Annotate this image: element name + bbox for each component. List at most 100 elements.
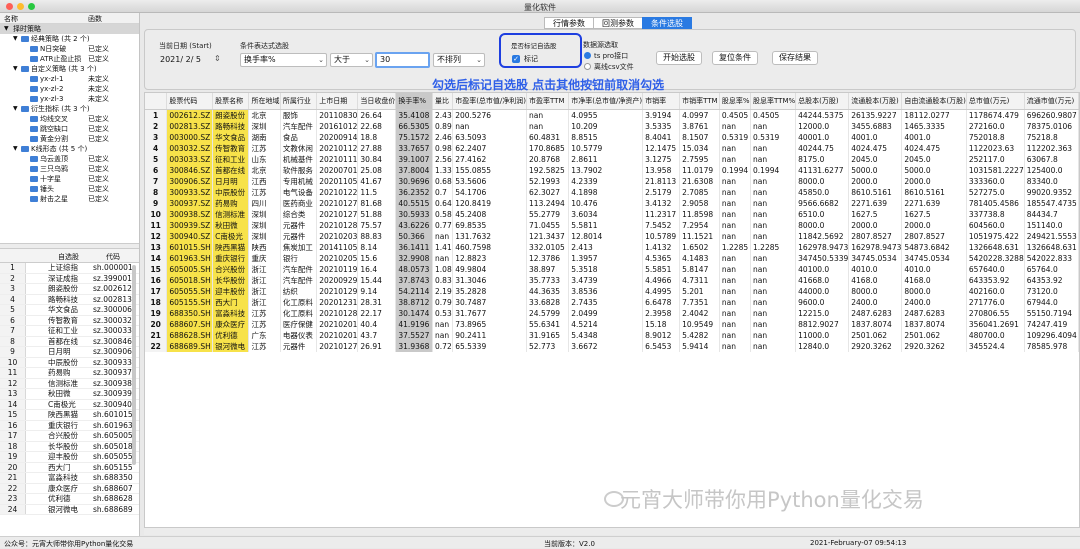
table-row[interactable]: 13 601015.SH 陕西黑猫 陕西 焦炭加工 20141105 8.14 36.1411…: [145, 241, 1079, 253]
tree-item[interactable]: ▼ K线形态 (共 5 个): [0, 144, 139, 154]
watchlist-row[interactable]: 19 迎丰股份 sh.605055: [0, 452, 139, 463]
tree-item[interactable]: ATR止盈止损 已定义: [0, 54, 139, 64]
watchlist-row[interactable]: 9 日月明 sz.300906: [0, 347, 139, 358]
column-header[interactable]: 所在地域: [248, 93, 281, 110]
watchlist-row[interactable]: 4 路畅科技 sz.002813: [0, 294, 139, 305]
operator-select[interactable]: 大于 ⌄: [330, 53, 373, 67]
column-header[interactable]: 市销率: [642, 93, 681, 110]
table-row[interactable]: 3 003000.SZ 华文食品 湖南 食品 20200914 18.8 75.1572 2.4…: [145, 131, 1079, 143]
table-row[interactable]: 10 300938.SZ 信测标准 深圳 综合类 20210127 51.88 30.5933…: [145, 208, 1079, 220]
tree-item[interactable]: 锤头 已定义: [0, 184, 139, 194]
column-header[interactable]: 换手率%: [395, 93, 434, 110]
column-header[interactable]: 自由流通股本(万股): [901, 93, 967, 110]
table-row[interactable]: 16 605018.SH 长华股份 浙江 汽车配件 20200929 15.44 37.874…: [145, 274, 1079, 286]
column-header[interactable]: 股票代码: [166, 93, 214, 110]
watchlist-row[interactable]: 5 华文食品 sz.300006: [0, 305, 139, 316]
tab-market-params[interactable]: 行情参数: [544, 17, 593, 29]
start-screening-button[interactable]: 开始选股: [656, 51, 702, 65]
tab-stock-screening[interactable]: 条件选股: [642, 17, 692, 29]
tree-item[interactable]: ▼ 择时策略: [0, 24, 139, 34]
sort-select[interactable]: 不排列 ⌄: [433, 53, 485, 67]
expand-arrow-icon[interactable]: ▼: [13, 64, 18, 74]
column-header[interactable]: 市销率TTM: [679, 93, 720, 110]
expand-arrow-icon[interactable]: ▼: [13, 34, 18, 44]
table-row[interactable]: 22 688689.SH 银河微电 江苏 元器件 20210127 26.91 31.9368…: [145, 340, 1079, 352]
table-row[interactable]: 8 300933.SZ 中辰股份 江苏 电气设备 20210122 11.5 36.2352 0…: [145, 186, 1079, 198]
watchlist-row[interactable]: 15 陕西黑猫 sh.601015: [0, 410, 139, 421]
watchlist-row[interactable]: 17 合兴股份 sh.605005: [0, 431, 139, 442]
watchlist-row[interactable]: 24 银河微电 sh.688689: [0, 504, 139, 515]
threshold-input[interactable]: 30: [375, 52, 430, 68]
table-row[interactable]: 15 605005.SH 合兴股份 浙江 汽车配件 20210119 16.4 48.0573…: [145, 263, 1079, 275]
column-header[interactable]: 所属行业: [280, 93, 318, 110]
tree-item[interactable]: ▼ 自定义策略 (共 3 个): [0, 64, 139, 74]
table-row[interactable]: 17 605055.SH 迎丰股份 浙江 纺织 20210129 9.14 54.2114 2.…: [145, 285, 1079, 297]
column-header[interactable]: 流通股本(万股): [848, 93, 903, 110]
column-header[interactable]: 总市值(万元): [966, 93, 1025, 110]
table-row[interactable]: 18 605155.SH 西大门 浙江 化工原料 20201231 28.31 38.8712…: [145, 296, 1079, 308]
expand-arrow-icon[interactable]: ▼: [13, 144, 18, 154]
save-results-button[interactable]: 保存结果: [772, 51, 818, 65]
watchlist-row[interactable]: 13 秋田微 sz.300939: [0, 389, 139, 400]
table-row[interactable]: 11 300939.SZ 秋田微 深圳 元器件 20210128 75.57 43.6226 0…: [145, 219, 1079, 231]
watchlist-row[interactable]: 8 首都在线 sz.300846: [0, 336, 139, 347]
tree-item[interactable]: ▼ 衍生指标 (共 3 个): [0, 104, 139, 114]
expand-arrow-icon[interactable]: ▼: [4, 24, 9, 34]
column-header[interactable]: 当日收盘价: [357, 93, 397, 110]
tree-item[interactable]: yx-zl-2 未定义: [0, 84, 139, 94]
watchlist-row[interactable]: 10 中辰股份 sz.300933: [0, 357, 139, 368]
watchlist-row[interactable]: 2 深证成指 sz.399001: [0, 273, 139, 284]
date-stepper-icon[interactable]: ⇕: [214, 54, 221, 63]
column-header[interactable]: 股票名称: [212, 93, 250, 110]
tree-item[interactable]: 乌云盖顶 已定义: [0, 154, 139, 164]
watchlist-row[interactable]: 20 西大门 sh.605155: [0, 462, 139, 473]
column-header[interactable]: 市净率(总市值/净资产): [568, 93, 644, 110]
tree-item[interactable]: 黄金分割 已定义: [0, 134, 139, 144]
watchlist-scrollbar[interactable]: [132, 265, 136, 465]
column-header[interactable]: 市盈率TTM: [526, 93, 570, 110]
tree-item[interactable]: yx-zl-3 未定义: [0, 94, 139, 104]
table-row[interactable]: 9 300937.SZ 药易购 四川 医药商业 20210127 81.68 40.5515 0…: [145, 197, 1079, 209]
watchlist-row[interactable]: 16 重庆银行 sh.601963: [0, 420, 139, 431]
watchlist-row[interactable]: 14 C南极光 sz.300940: [0, 399, 139, 410]
source-radio-csv[interactable]: [584, 63, 591, 70]
column-header[interactable]: 上市日期: [316, 93, 359, 110]
table-row[interactable]: 14 601963.SH 重庆银行 重庆 银行 20210205 15.6 32.9908 na…: [145, 252, 1079, 264]
table-row[interactable]: 12 300940.SZ C南极光 深圳 元器件 20210203 88.83 50.366 n…: [145, 230, 1079, 242]
column-header[interactable]: 市盈率(总市值/净利润): [452, 93, 528, 110]
tree-item[interactable]: 十字星 已定义: [0, 174, 139, 184]
expand-arrow-icon[interactable]: ▼: [13, 104, 18, 114]
tree-item[interactable]: 三只乌鸦 已定义: [0, 164, 139, 174]
column-header[interactable]: [145, 93, 168, 110]
table-row[interactable]: 2 002813.SZ 路畅科技 深圳 汽车配件 20161012 22.68 66.5305…: [145, 120, 1079, 132]
table-hscrollbar[interactable]: [144, 528, 1080, 535]
table-row[interactable]: 21 688628.SH 优利德 广东 电器仪表 20210201 43.7 37.5527 n…: [145, 329, 1079, 341]
column-header[interactable]: 量比: [432, 93, 454, 110]
field-select[interactable]: 换手率% ⌄: [240, 53, 327, 67]
tab-backtest-params[interactable]: 回测参数: [593, 17, 642, 29]
watchlist-row[interactable]: 11 药易购 sz.300937: [0, 368, 139, 379]
table-row[interactable]: 5 003033.SZ 征和工业 山东 机械基件 20210111 30.84 39.1007…: [145, 153, 1079, 165]
watchlist-row[interactable]: 22 康众医疗 sh.688607: [0, 483, 139, 494]
column-header[interactable]: 股息率%: [719, 93, 752, 110]
column-header[interactable]: 股息率TTM%: [750, 93, 797, 110]
tree-item[interactable]: N日突破 已定义: [0, 44, 139, 54]
source-radio-tspro[interactable]: [584, 52, 591, 59]
tree-item[interactable]: 跳空缺口 已定义: [0, 124, 139, 134]
watchlist-row[interactable]: 7 征和工业 sz.300033: [0, 326, 139, 337]
table-row[interactable]: 1 002612.SZ 朗姿股份 北京 服饰 20110830 26.64 35.4108 2.…: [145, 109, 1079, 121]
watchlist-row[interactable]: 21 富淼科技 sh.688350: [0, 473, 139, 484]
watchlist-row[interactable]: 12 信测标准 sz.300938: [0, 378, 139, 389]
watchlist-row[interactable]: 3 朗姿股份 sz.002612: [0, 284, 139, 295]
table-row[interactable]: 6 300846.SZ 首都在线 北京 软件服务 20200701 25.08 37.8004…: [145, 164, 1079, 176]
reset-conditions-button[interactable]: 复位条件: [712, 51, 758, 65]
table-row[interactable]: 20 688607.SH 康众医疗 江苏 医疗保健 20210201 40.4 41.9196…: [145, 318, 1079, 330]
date-field[interactable]: 2021/ 2/ 5: [157, 54, 215, 68]
tree-item[interactable]: 均线交叉 已定义: [0, 114, 139, 124]
table-row[interactable]: 4 003032.SZ 传智教育 江苏 文教休闲 20210112 27.88 33.7657…: [145, 142, 1079, 154]
column-header[interactable]: 总股本(万股): [795, 93, 850, 110]
table-row[interactable]: 19 688350.SH 富淼科技 江苏 化工原料 20210128 22.17 30.147…: [145, 307, 1079, 319]
column-header[interactable]: 流通市值(万元): [1024, 93, 1079, 110]
watchlist-row[interactable]: 23 优利德 sh.688628: [0, 494, 139, 505]
tree-item[interactable]: ▼ 经典策略 (共 2 个): [0, 34, 139, 44]
